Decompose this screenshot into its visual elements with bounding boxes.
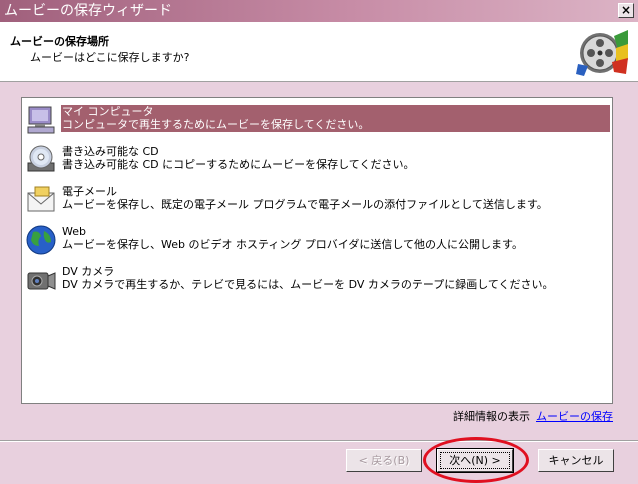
- item-description: 書き込み可能な CD にコピーするためにムービーを保存してください。: [62, 158, 415, 171]
- list-item-web[interactable]: Web ムービーを保存し、Web のビデオ ホスティング プロバイダに送信して他…: [23, 224, 611, 260]
- film-reel-icon: [576, 30, 628, 76]
- list-item-dv-camera[interactable]: DV カメラ DV カメラで再生するか、テレビで見るには、ムービーを DV カメ…: [23, 264, 611, 300]
- item-description: DV カメラで再生するか、テレビで見るには、ムービーを DV カメラのテープに録…: [62, 278, 554, 291]
- item-title: Web: [62, 225, 86, 238]
- item-title: 電子メール: [62, 185, 117, 198]
- cd-drive-icon: [27, 145, 55, 172]
- back-button[interactable]: < 戻る(B): [346, 449, 422, 472]
- close-button[interactable]: ×: [618, 3, 634, 18]
- more-info: 詳細情報の表示 ムービーの保存: [453, 408, 613, 424]
- list-item-writable-cd[interactable]: 書き込み可能な CD 書き込み可能な CD にコピーするためにムービーを保存して…: [23, 144, 611, 180]
- title-bar: ムービーの保存ウィザード ×: [0, 0, 638, 22]
- globe-icon: [26, 225, 56, 255]
- cancel-button[interactable]: キャンセル: [538, 449, 614, 472]
- button-separator: [0, 440, 638, 442]
- camcorder-icon: [27, 272, 56, 290]
- header-title: ムービーの保存場所: [10, 35, 109, 48]
- annotation-highlight-ring: [423, 437, 529, 483]
- list-item-my-computer[interactable]: マイ コンピュータ コンピュータで再生するためにムービーを保存してください。: [23, 104, 611, 140]
- item-title: 書き込み可能な CD: [62, 145, 159, 158]
- item-title: DV カメラ: [62, 265, 115, 278]
- list-item-email[interactable]: 電子メール ムービーを保存し、既定の電子メール プログラムで電子メールの添付ファ…: [23, 184, 611, 220]
- wizard-header: ムービーの保存場所 ムービーはどこに保存しますか?: [0, 22, 638, 82]
- computer-icon: [27, 106, 55, 134]
- item-description: ムービーを保存し、既定の電子メール プログラムで電子メールの添付ファイルとして送…: [62, 198, 548, 211]
- item-description: コンピュータで再生するためにムービーを保存してください。: [62, 118, 370, 131]
- item-description: ムービーを保存し、Web のビデオ ホスティング プロバイダに送信して他の人に公…: [62, 238, 523, 251]
- item-title: マイ コンピュータ: [62, 105, 154, 118]
- destination-list: マイ コンピュータ コンピュータで再生するためにムービーを保存してください。 書…: [21, 97, 613, 404]
- save-movie-help-link[interactable]: ムービーの保存: [536, 410, 613, 423]
- header-subtitle: ムービーはどこに保存しますか?: [30, 51, 190, 64]
- email-icon: [27, 186, 55, 212]
- window-title: ムービーの保存ウィザード: [4, 3, 172, 19]
- more-info-label: 詳細情報の表示: [453, 410, 530, 423]
